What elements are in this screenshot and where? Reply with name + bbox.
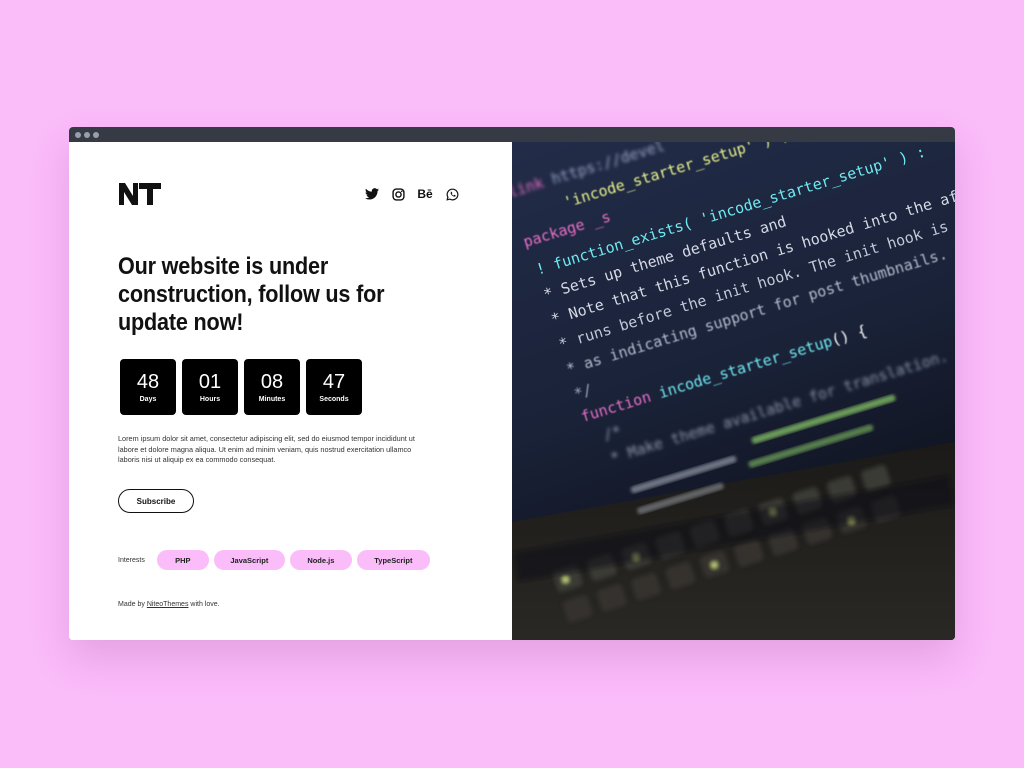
whatsapp-icon[interactable] [445,187,459,201]
behance-icon[interactable]: Bē [417,187,433,201]
window-close-dot[interactable] [75,132,81,138]
window-zoom-dot[interactable] [93,132,99,138]
interest-tag-javascript[interactable]: JavaScript [213,550,285,570]
browser-titlebar [69,127,955,142]
interest-tag-typescript[interactable]: TypeScript [356,550,430,570]
interest-tag-php[interactable]: PHP [156,550,209,570]
page-headline: Our website is under construction, follo… [118,253,385,336]
countdown-value: 48 [136,371,160,393]
subscribe-button[interactable]: Subscribe [118,489,194,513]
countdown-label: Seconds [319,396,349,403]
niteothemes-link[interactable]: NiteoThemes [147,601,189,608]
nt-logo[interactable]: NT [118,181,162,207]
countdown-value: 47 [322,371,346,393]
interest-tag-nodejs[interactable]: Node.js [289,550,352,570]
interests-label: Interests [118,556,145,564]
countdown-value: 08 [260,371,284,393]
browser-window: NT Bē Our website is under construction,… [69,127,955,640]
instagram-icon[interactable] [391,187,405,201]
interests-row: Interests PHP JavaScript Node.js TypeScr… [118,550,435,570]
social-links: Bē [365,187,459,201]
footer-credit: Made by NiteoThemes with love. [118,601,220,608]
countdown-label: Days [139,396,157,403]
countdown-seconds: 47 Seconds [306,359,362,415]
content-panel: NT Bē Our website is under construction,… [69,142,512,640]
code-photo: link https://devel 'incode_starter_setup… [512,142,955,640]
countdown-label: Minutes [258,396,286,403]
countdown-timer: 48 Days 01 Hours 08 Minutes 47 Seconds [120,359,362,415]
countdown-minutes: 08 Minutes [244,359,300,415]
footer-prefix: Made by [118,601,145,608]
window-minimize-dot[interactable] [84,132,90,138]
countdown-days: 48 Days [120,359,176,415]
countdown-label: Hours [199,396,221,403]
code-laptop-image: link https://devel 'incode_starter_setup… [512,142,955,640]
countdown-hours: 01 Hours [182,359,238,415]
description-text: Lorem ipsum dolor sit amet, consectetur … [118,434,415,464]
footer-suffix: with love. [190,601,220,608]
twitter-icon[interactable] [365,187,379,201]
countdown-value: 01 [198,371,222,393]
